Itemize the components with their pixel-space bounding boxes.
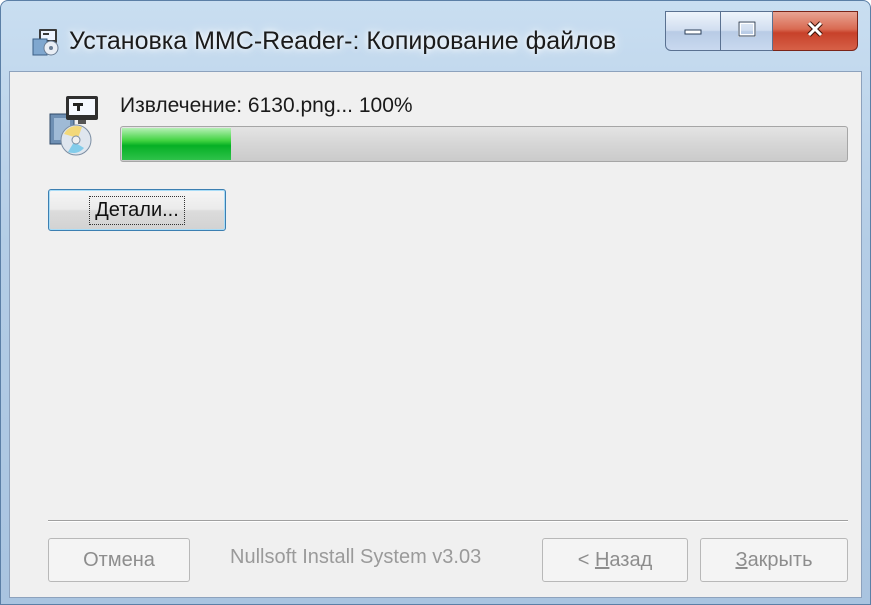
title-bar[interactable]: Установка MMC-Reader-: Копирование файло… [1,1,870,71]
installer-app-icon [31,27,61,57]
window-title: Установка MMC-Reader-: Копирование файло… [69,27,617,55]
footer-separator [48,520,848,522]
progress-fill [122,128,231,160]
minimize-button[interactable] [665,11,721,51]
details-button-label: Детали... [89,195,185,225]
maximize-icon [737,20,756,42]
close-window-button[interactable] [773,11,858,51]
close-button[interactable]: Закрыть [700,538,848,582]
close-button-label: Закрыть [735,548,813,571]
nsis-branding: Nullsoft Install System v3.03 [230,546,482,568]
details-button[interactable]: Детали... [48,189,226,231]
back-button[interactable]: < Назад [542,538,688,582]
caption-buttons [665,11,858,51]
installer-cd-icon [46,92,104,158]
back-button-label: < Назад [577,548,653,571]
extraction-status: Извлечение: 6130.png... 100% [120,94,413,117]
cancel-button-label: Отмена [83,548,155,571]
minimize-icon [684,22,702,40]
install-progress-bar [120,126,848,162]
installer-client-area: Извлечение: 6130.png... 100% Детали... О… [9,71,862,598]
close-icon [805,20,825,43]
cancel-button[interactable]: Отмена [48,538,190,582]
maximize-button[interactable] [721,11,773,51]
installer-window: Установка MMC-Reader-: Копирование файло… [0,0,871,605]
